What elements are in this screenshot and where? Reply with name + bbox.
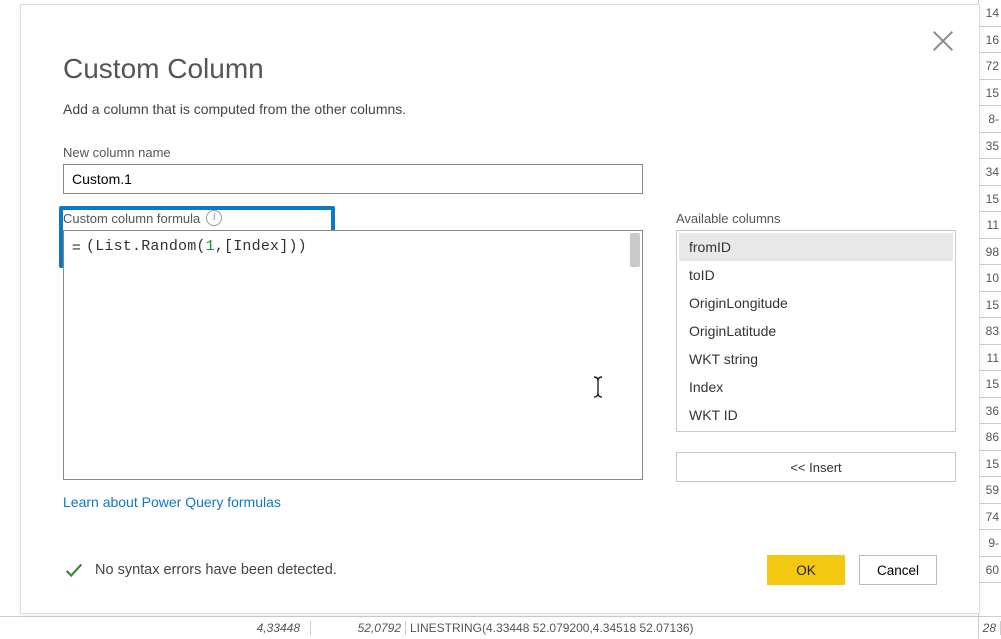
available-column-item[interactable]: Index <box>679 373 953 401</box>
close-button[interactable] <box>929 27 957 55</box>
bg-cell: 15 <box>979 451 1001 478</box>
dialog-title: Custom Column <box>63 53 937 85</box>
bg-cell: 10 <box>979 265 1001 292</box>
formula-equals: = <box>72 239 81 256</box>
bg-cell-c3: LINESTRING(4.33448 52.079200,4.34518 52.… <box>406 621 956 635</box>
bg-cell: 83 <box>979 318 1001 345</box>
available-column-item[interactable]: WKT string <box>679 345 953 373</box>
bg-cell: 11 <box>979 345 1001 372</box>
ok-button[interactable]: OK <box>767 555 845 585</box>
new-column-name-input[interactable] <box>63 164 643 194</box>
background-grid-column: 14 16 72 15 8- 35 34 15 11 98 10 15 83 1… <box>978 0 1001 639</box>
bg-cell: 14 <box>979 0 1001 27</box>
checkmark-icon <box>63 559 85 581</box>
bg-cell: 59 <box>979 477 1001 504</box>
info-icon[interactable]: i <box>206 210 222 226</box>
formula-label: Custom column formula <box>63 211 200 226</box>
insert-button[interactable]: << Insert <box>676 452 956 482</box>
available-columns-list[interactable]: fromID toID OriginLongitude OriginLatitu… <box>676 230 956 432</box>
bg-cell: 16 <box>979 27 1001 54</box>
bg-cell-c4: 28 <box>956 621 1001 635</box>
learn-more-link[interactable]: Learn about Power Query formulas <box>63 494 281 510</box>
dialog-subtitle: Add a column that is computed from the o… <box>63 101 937 117</box>
bg-cell: 60 <box>979 557 1001 584</box>
formula-scrollbar-thumb[interactable] <box>630 233 640 267</box>
bg-cell: 15 <box>979 80 1001 107</box>
bg-cell: 8- <box>979 106 1001 133</box>
formula-editor[interactable]: = (List.Random(1,[Index])) <box>63 230 643 480</box>
bg-cell-c2: 52,0792 <box>311 621 406 635</box>
bg-cell: 72 <box>979 53 1001 80</box>
close-icon <box>929 27 957 55</box>
bg-cell: 15 <box>979 371 1001 398</box>
available-column-item[interactable]: WKT ID <box>679 401 953 429</box>
bg-cell-c1: 4,33448 <box>0 621 311 635</box>
formula-text: (List.Random(1,[Index])) <box>86 238 307 255</box>
bg-cell: 36 <box>979 398 1001 425</box>
bg-cell: 35 <box>979 133 1001 160</box>
bg-cell: 98 <box>979 239 1001 266</box>
bg-cell: 86 <box>979 424 1001 451</box>
available-column-item[interactable]: toID <box>679 261 953 289</box>
available-column-item[interactable]: OriginLatitude <box>679 317 953 345</box>
bg-cell: 34 <box>979 159 1001 186</box>
available-column-item[interactable]: OriginLongitude <box>679 289 953 317</box>
new-column-name-label: New column name <box>63 145 643 160</box>
bg-cell: 9- <box>979 530 1001 557</box>
cancel-button[interactable]: Cancel <box>859 555 937 585</box>
bg-cell: 15 <box>979 186 1001 213</box>
custom-column-dialog: Custom Column Add a column that is compu… <box>20 4 980 614</box>
status-text: No syntax errors have been detected. <box>95 562 337 578</box>
bg-cell: 11 <box>979 212 1001 239</box>
background-data-row: 4,33448 52,0792 LINESTRING(4.33448 52.07… <box>0 616 1001 639</box>
available-column-item[interactable]: fromID <box>679 233 953 261</box>
bg-cell: 15 <box>979 292 1001 319</box>
bg-cell: 74 <box>979 504 1001 531</box>
available-columns-label: Available columns <box>676 211 956 226</box>
